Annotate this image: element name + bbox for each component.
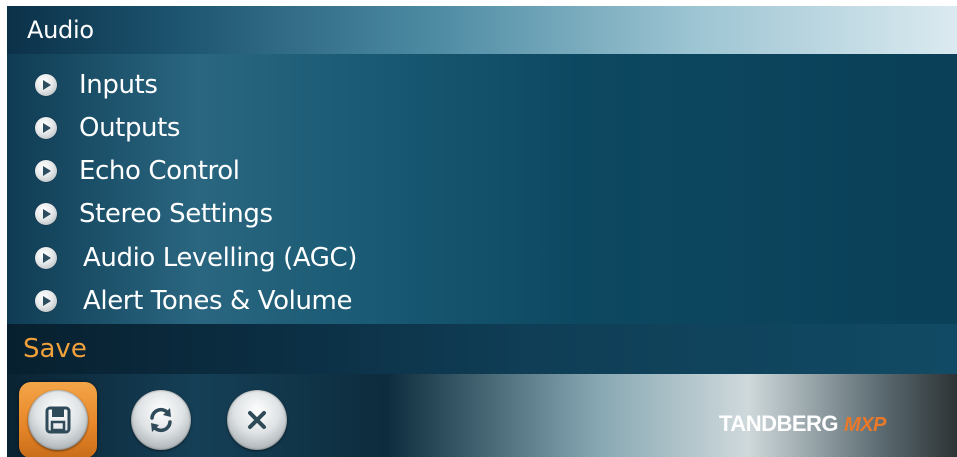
cancel-button[interactable] xyxy=(227,390,287,450)
refresh-icon xyxy=(144,403,178,437)
menu-item-label: Outputs xyxy=(79,113,181,143)
menu-item-alert-tones[interactable]: Alert Tones & Volume xyxy=(35,281,352,321)
play-bullet-icon xyxy=(35,74,57,96)
brand-logo: TANDBERG MXP xyxy=(719,411,886,441)
refresh-button[interactable] xyxy=(131,390,191,450)
floppy-disk-icon xyxy=(41,403,75,437)
window-title: Audio xyxy=(27,16,94,44)
save-button[interactable] xyxy=(28,390,88,450)
title-bar: Audio xyxy=(7,6,957,54)
menu-item-label: Inputs xyxy=(79,70,158,100)
play-bullet-icon xyxy=(35,160,57,182)
play-bullet-icon xyxy=(35,247,57,269)
menu-item-label: Stereo Settings xyxy=(79,199,273,229)
play-bullet-icon xyxy=(35,290,57,312)
menu-item-label: Alert Tones & Volume xyxy=(83,286,353,316)
audio-menu-window: Audio Inputs Outputs Echo Control Stereo… xyxy=(7,6,957,457)
menu-item-echo-control[interactable]: Echo Control xyxy=(35,151,240,191)
menu-item-stereo-settings[interactable]: Stereo Settings xyxy=(35,194,273,234)
menu-item-outputs[interactable]: Outputs xyxy=(35,108,180,148)
brand-suffix: MXP xyxy=(844,414,886,436)
menu-item-label: Audio Levelling (AGC) xyxy=(83,243,358,273)
brand-name: TANDBERG xyxy=(719,411,839,436)
menu-item-label: Echo Control xyxy=(79,156,240,186)
play-bullet-icon xyxy=(35,117,57,139)
focused-action-bar: Save xyxy=(7,324,957,374)
play-bullet-icon xyxy=(35,203,57,225)
menu-item-audio-levelling[interactable]: Audio Levelling (AGC) xyxy=(35,238,357,278)
menu-list: Inputs Outputs Echo Control Stereo Setti… xyxy=(7,54,957,324)
menu-item-inputs[interactable]: Inputs xyxy=(35,65,158,105)
focused-action-label: Save xyxy=(23,334,87,364)
close-icon xyxy=(240,403,274,437)
